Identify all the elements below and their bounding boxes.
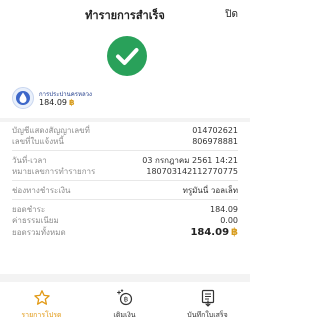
- detail-row-fee: ค่าธรรมเนียม 0.00: [12, 215, 238, 226]
- invoice-value: 806978881: [192, 137, 238, 146]
- detail-row-account: บัญชีแสดงสัญญาเลขที่ 014702621: [12, 125, 238, 136]
- transaction-details: บัญชีแสดงสัญญาเลขที่ 014702621 เลขที่ใบแ…: [12, 125, 238, 240]
- action-bar: รายการโปรด ฿ เติมเงิน บันทึกใบเสร็จ: [0, 282, 250, 325]
- biller-summary: การประปานครหลวง 184.09 ฿: [12, 87, 238, 113]
- total-label: ยอดรวมทั้งหมด: [12, 228, 66, 237]
- bottom-spacer: [0, 274, 250, 282]
- topup-icon: ฿: [116, 289, 132, 306]
- topup-label: เติมเงิน: [113, 311, 136, 319]
- baht-symbol: ฿: [69, 98, 75, 107]
- fee-value: 0.00: [220, 216, 238, 225]
- header: ทำรายการสำเร็จ ปิด: [0, 0, 250, 26]
- save-receipt-icon: [201, 289, 214, 307]
- detail-row-datetime: วันที่-เวลา 03 กรกฎาคม 2561 14:21: [12, 155, 238, 166]
- save-receipt-tab[interactable]: บันทึกใบเสร็จ: [166, 282, 249, 325]
- detail-row-invoice: เลขที่ใบแจ้งหนี้ 806978881: [12, 136, 238, 147]
- transaction-id-label: หมายเลขการทำรายการ: [12, 167, 96, 176]
- detail-row-total: ยอดรวมทั้งหมด 184.09 ฿: [12, 226, 238, 240]
- channel-value: ทรูมันนี่ วอลเล็ท: [182, 186, 238, 195]
- topup-tab[interactable]: ฿ เติมเงิน: [83, 282, 166, 325]
- transaction-id-value: 180703142112770775: [146, 167, 238, 176]
- datetime-label: วันที่-เวลา: [12, 156, 47, 165]
- total-amount: 184.09 ฿: [190, 226, 238, 240]
- biller-amount: 184.09 ฿: [39, 98, 75, 107]
- baht-symbol: ฿: [231, 227, 238, 238]
- detail-row-transaction-id: หมายเลขการทำรายการ 180703142112770775: [12, 166, 238, 177]
- save-receipt-label: บันทึกใบเสร็จ: [187, 311, 228, 319]
- biller-logo: [12, 87, 34, 109]
- close-button[interactable]: ปิด: [225, 7, 238, 22]
- payment-label: ยอดชำระ: [12, 205, 46, 214]
- channel-label: ช่องทางชำระเงิน: [12, 186, 71, 195]
- divider: [12, 199, 238, 200]
- detail-row-channel: ช่องทางชำระเงิน ทรูมันนี่ วอลเล็ท: [12, 185, 238, 196]
- star-icon: [33, 290, 50, 305]
- divider: [12, 150, 238, 151]
- account-label: บัญชีแสดงสัญญาเลขที่: [12, 126, 90, 135]
- favorite-label: รายการโปรด: [21, 311, 62, 319]
- total-value: 184.09: [190, 227, 230, 238]
- svg-text:฿: ฿: [123, 296, 127, 304]
- detail-row-payment: ยอดชำระ 184.09: [12, 204, 238, 215]
- payment-value: 184.09: [210, 205, 238, 214]
- biller-amount-value: 184.09: [39, 98, 67, 107]
- success-check-icon: [107, 36, 147, 76]
- datetime-value: 03 กรกฎาคม 2561 14:21: [142, 156, 238, 165]
- favorite-tab[interactable]: รายการโปรด: [0, 282, 83, 325]
- page-title: ทำรายการสำเร็จ: [85, 9, 165, 22]
- account-value: 014702621: [192, 126, 238, 135]
- section-divider: [0, 118, 250, 122]
- divider: [12, 180, 238, 181]
- fee-label: ค่าธรรมเนียม: [12, 216, 59, 225]
- invoice-label: เลขที่ใบแจ้งหนี้: [12, 137, 64, 146]
